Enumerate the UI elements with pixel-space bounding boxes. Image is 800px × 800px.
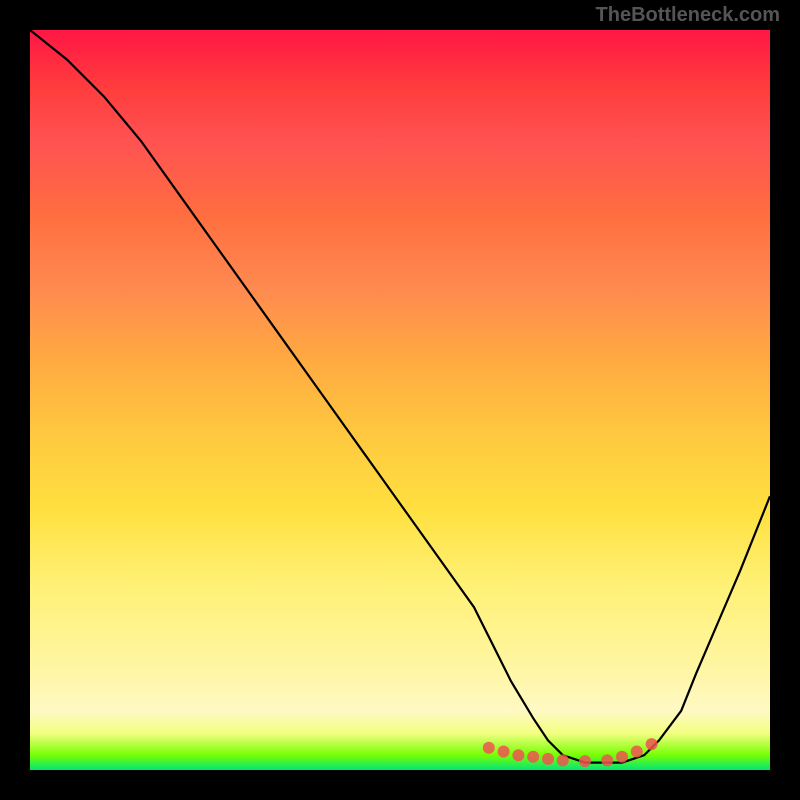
optimal-markers	[483, 738, 658, 767]
bottleneck-curve	[30, 30, 770, 763]
chart-svg	[30, 30, 770, 770]
plot-area	[30, 30, 770, 770]
marker-dot	[483, 742, 495, 754]
marker-dot	[616, 751, 628, 763]
marker-dot	[631, 746, 643, 758]
marker-dot	[527, 751, 539, 763]
watermark-text: TheBottleneck.com	[596, 4, 780, 27]
marker-dot	[579, 755, 591, 767]
marker-dot	[646, 738, 658, 750]
marker-dot	[498, 746, 510, 758]
marker-dot	[542, 753, 554, 765]
marker-dot	[512, 749, 524, 761]
marker-dot	[601, 754, 613, 766]
marker-dot	[557, 754, 569, 766]
